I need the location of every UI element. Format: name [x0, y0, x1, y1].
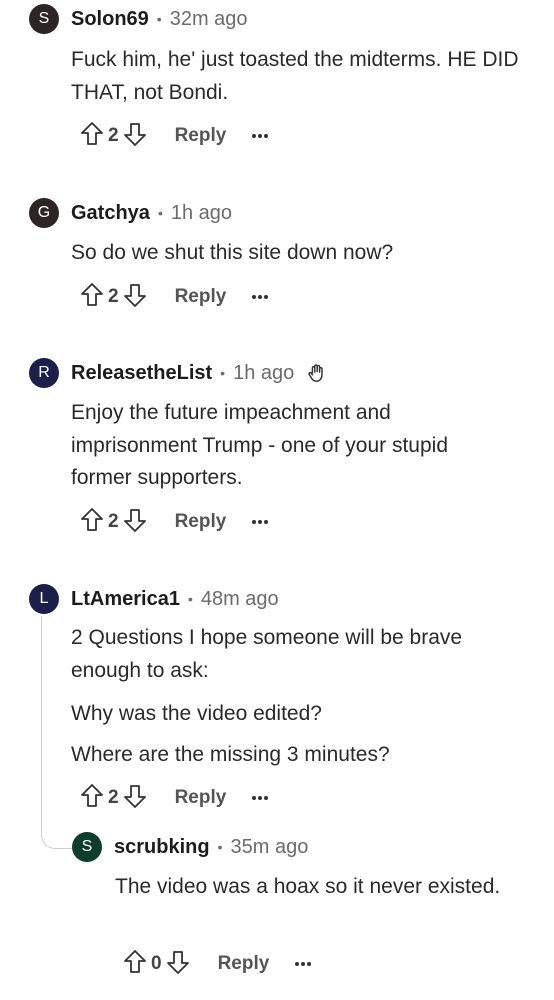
comment-body: So do we shut this site down now? — [71, 237, 531, 270]
comment-thread: S Solon69 • 32m ago Fuck him, he' just t… — [0, 0, 554, 1000]
vote-control: 2 — [80, 282, 147, 313]
comment-text: Enjoy the future impeachment and impriso… — [71, 401, 448, 489]
timestamp: 1h ago — [170, 201, 233, 224]
comment-header: R ReleasetheList • 1h ago — [29, 357, 328, 389]
vote-count: 2 — [108, 787, 119, 808]
separator-dot: • — [187, 591, 193, 607]
vote-count: 2 — [108, 511, 119, 532]
upvote-icon[interactable] — [80, 507, 104, 538]
timestamp: 35m ago — [230, 835, 309, 858]
timestamp: 32m ago — [169, 7, 248, 30]
username[interactable]: scrubking — [114, 836, 210, 859]
comment-actions: 2 Reply — [80, 282, 269, 313]
timestamp: 48m ago — [200, 587, 279, 610]
more-options-icon[interactable] — [252, 520, 269, 524]
comment-body: Fuck him, he' just toasted the midterms.… — [71, 44, 531, 109]
separator-dot: • — [156, 11, 162, 27]
raised-hand-icon[interactable] — [306, 362, 328, 384]
reply-button[interactable]: Reply — [175, 511, 227, 533]
comment-text: So do we shut this site down now? — [71, 241, 394, 264]
downvote-icon[interactable] — [123, 282, 147, 313]
separator-dot: • — [217, 839, 223, 855]
avatar[interactable]: L — [29, 584, 59, 614]
vote-count: 2 — [108, 125, 119, 146]
reply-button[interactable]: Reply — [175, 286, 227, 308]
comment-text: Fuck him, he' just toasted the midterms.… — [71, 48, 519, 104]
reply-button[interactable]: Reply — [175, 125, 227, 147]
comment-text: The video was a hoax so it never existed… — [115, 875, 501, 898]
avatar[interactable]: S — [29, 4, 59, 34]
downvote-icon[interactable] — [123, 783, 147, 814]
username[interactable]: Solon69 — [71, 8, 149, 31]
more-options-icon[interactable] — [252, 295, 269, 299]
comment-header: L LtAmerica1 • 48m ago — [29, 583, 279, 615]
more-options-icon[interactable] — [252, 134, 269, 138]
vote-control: 2 — [80, 121, 147, 152]
comment-actions: 0 Reply — [123, 949, 312, 980]
separator-dot: • — [157, 205, 163, 221]
upvote-icon[interactable] — [123, 949, 147, 980]
comment-text: 2 Questions I hope someone will be brave… — [71, 626, 463, 682]
vote-control: 2 — [80, 507, 147, 538]
avatar[interactable]: G — [29, 198, 59, 228]
comment-body: Enjoy the future impeachment and impriso… — [71, 397, 511, 495]
comment-text: Where are the missing 3 minutes? — [71, 742, 390, 766]
reply-button[interactable]: Reply — [218, 953, 270, 975]
upvote-icon[interactable] — [80, 783, 104, 814]
timestamp: 1h ago — [233, 361, 295, 384]
downvote-icon[interactable] — [166, 949, 190, 980]
comment-header: S scrubking • 35m ago — [72, 831, 308, 863]
vote-control: 0 — [123, 949, 190, 980]
comment-header: G Gatchya • 1h ago — [29, 197, 232, 229]
comment-actions: 2 Reply — [80, 783, 269, 814]
comment-text: Why was the video edited? — [71, 702, 322, 725]
vote-count: 2 — [108, 286, 119, 307]
username[interactable]: LtAmerica1 — [71, 588, 180, 611]
upvote-icon[interactable] — [80, 121, 104, 152]
vote-count: 0 — [151, 953, 162, 974]
username[interactable]: ReleasetheList — [71, 362, 212, 385]
comment-body: The video was a hoax so it never existed… — [115, 871, 510, 904]
upvote-icon[interactable] — [80, 282, 104, 313]
comment-actions: 2 Reply — [80, 121, 269, 152]
username[interactable]: Gatchya — [71, 202, 150, 225]
comment-header: S Solon69 • 32m ago — [29, 3, 248, 35]
downvote-icon[interactable] — [123, 121, 147, 152]
avatar[interactable]: S — [72, 832, 102, 862]
thread-line — [41, 616, 72, 849]
more-options-icon[interactable] — [252, 796, 269, 800]
separator-dot: • — [220, 365, 226, 381]
downvote-icon[interactable] — [123, 507, 147, 538]
comment-body: 2 Questions I hope someone will be brave… — [71, 622, 511, 771]
avatar[interactable]: R — [29, 358, 59, 388]
more-options-icon[interactable] — [295, 962, 312, 966]
vote-control: 2 — [80, 783, 147, 814]
reply-button[interactable]: Reply — [175, 787, 227, 809]
comment-actions: 2 Reply — [80, 507, 269, 538]
